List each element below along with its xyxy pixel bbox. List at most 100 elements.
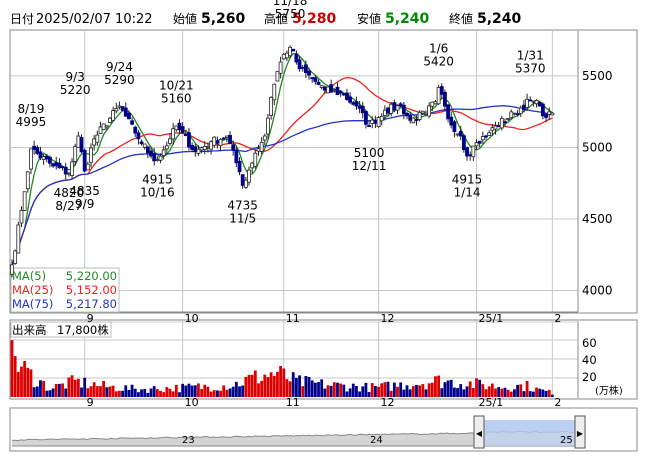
volume-bar bbox=[402, 389, 406, 397]
candle-body bbox=[348, 96, 353, 103]
candle-body bbox=[401, 104, 406, 115]
y-tick-label: 5000 bbox=[582, 140, 613, 154]
candle-body bbox=[22, 191, 27, 211]
candle-body bbox=[443, 91, 447, 107]
volume-bar bbox=[257, 383, 260, 397]
candle bbox=[13, 249, 18, 265]
candle-body bbox=[224, 135, 229, 138]
annotation-text: 4735 bbox=[227, 198, 258, 212]
candle-body bbox=[382, 109, 387, 116]
annotation-text: 9/24 bbox=[106, 60, 133, 74]
candle-body bbox=[117, 105, 122, 108]
volume-bar bbox=[165, 387, 169, 397]
annotation-text: 5100 bbox=[354, 146, 385, 160]
legend-ma75-value: 5,217.80 bbox=[66, 297, 117, 311]
price-annotation: 491510/16 bbox=[140, 173, 175, 200]
navigator-handle[interactable]: ▶ bbox=[574, 415, 586, 449]
volume-bar bbox=[95, 386, 99, 397]
candle-body bbox=[269, 96, 274, 116]
candle-body bbox=[329, 84, 334, 93]
legend-ma25-value: 5,152.00 bbox=[66, 283, 117, 297]
legend-ma5-label: MA(5) bbox=[12, 269, 46, 283]
candle-body bbox=[512, 112, 517, 115]
volume-bar bbox=[118, 390, 121, 397]
candle-body bbox=[164, 145, 169, 150]
candle bbox=[461, 134, 466, 153]
volume-bar bbox=[519, 384, 523, 397]
navigator-handle[interactable]: ◀ bbox=[473, 415, 485, 449]
price-annotation: 49151/14 bbox=[452, 173, 483, 200]
candle-body bbox=[111, 110, 116, 121]
low-value: 5,240 bbox=[385, 11, 430, 27]
volume-bar bbox=[528, 391, 532, 397]
volume-bar bbox=[111, 385, 115, 397]
candle-body bbox=[386, 107, 390, 114]
annotation-text: 9/9 bbox=[75, 197, 94, 211]
candle-body bbox=[234, 149, 239, 164]
candle bbox=[101, 123, 106, 131]
volume-bar bbox=[301, 386, 305, 397]
candle-body bbox=[177, 122, 182, 131]
candle-body bbox=[183, 134, 188, 137]
volume-tick-label: 60 bbox=[582, 336, 597, 350]
candle-body bbox=[82, 149, 87, 172]
volume-bar bbox=[544, 390, 548, 397]
volume-bar bbox=[522, 391, 526, 397]
volume-bar bbox=[291, 372, 295, 397]
candle-body bbox=[108, 117, 112, 123]
volume-bar bbox=[216, 390, 219, 397]
volume-bar bbox=[503, 387, 507, 397]
candle-body bbox=[288, 46, 292, 57]
volume-bar bbox=[478, 379, 482, 397]
legend-ma5-value: 5,220.00 bbox=[66, 269, 117, 283]
candle-body bbox=[193, 146, 198, 153]
volume-bar bbox=[298, 375, 301, 397]
volume-bar bbox=[105, 387, 109, 397]
volume-bar bbox=[54, 383, 58, 397]
volume-bar bbox=[513, 389, 516, 397]
volume-bar bbox=[471, 388, 475, 397]
volume-bar bbox=[437, 375, 440, 397]
candle-body bbox=[262, 135, 267, 141]
volume-bar bbox=[92, 382, 96, 397]
volume-bar bbox=[453, 387, 456, 397]
date-label: 日付 bbox=[10, 12, 34, 26]
candle-body bbox=[275, 71, 280, 82]
candle-body bbox=[522, 104, 526, 111]
annotation-text: 5370 bbox=[515, 62, 546, 76]
candle-body bbox=[540, 103, 545, 117]
y-tick-label: 4000 bbox=[582, 284, 613, 298]
candle-body bbox=[303, 64, 308, 74]
volume-bar bbox=[23, 361, 27, 397]
volume-bar bbox=[20, 366, 23, 397]
candle-body bbox=[332, 89, 337, 92]
candle-body bbox=[202, 146, 207, 150]
candle-body bbox=[487, 132, 492, 136]
candle-body bbox=[158, 155, 163, 161]
volume-bar bbox=[247, 374, 251, 397]
volume-bar bbox=[424, 389, 428, 397]
volume-bar bbox=[143, 389, 147, 397]
volume-bar bbox=[171, 391, 175, 397]
volume-bar bbox=[459, 384, 463, 397]
price-annotation: 473511/5 bbox=[227, 198, 258, 225]
volume-bar bbox=[456, 388, 459, 397]
candle bbox=[499, 115, 504, 131]
candle-body bbox=[98, 126, 103, 134]
candle-body bbox=[326, 86, 330, 94]
volume-bar bbox=[42, 380, 45, 397]
candle-body bbox=[70, 161, 74, 177]
candle-body bbox=[351, 102, 356, 105]
candle-body bbox=[335, 86, 340, 96]
annotation-text: 9/3 bbox=[66, 70, 85, 84]
candle bbox=[82, 148, 87, 173]
candle-body bbox=[32, 145, 37, 150]
x-tick-label: 2 bbox=[554, 396, 561, 409]
candle-body bbox=[376, 116, 381, 128]
volume-bar bbox=[76, 378, 80, 397]
volume-bar bbox=[490, 383, 494, 397]
annotation-text: 1/6 bbox=[429, 41, 448, 55]
annotation-text: 5750 bbox=[275, 7, 306, 21]
candle-body bbox=[19, 210, 24, 224]
candle-body bbox=[54, 162, 59, 167]
